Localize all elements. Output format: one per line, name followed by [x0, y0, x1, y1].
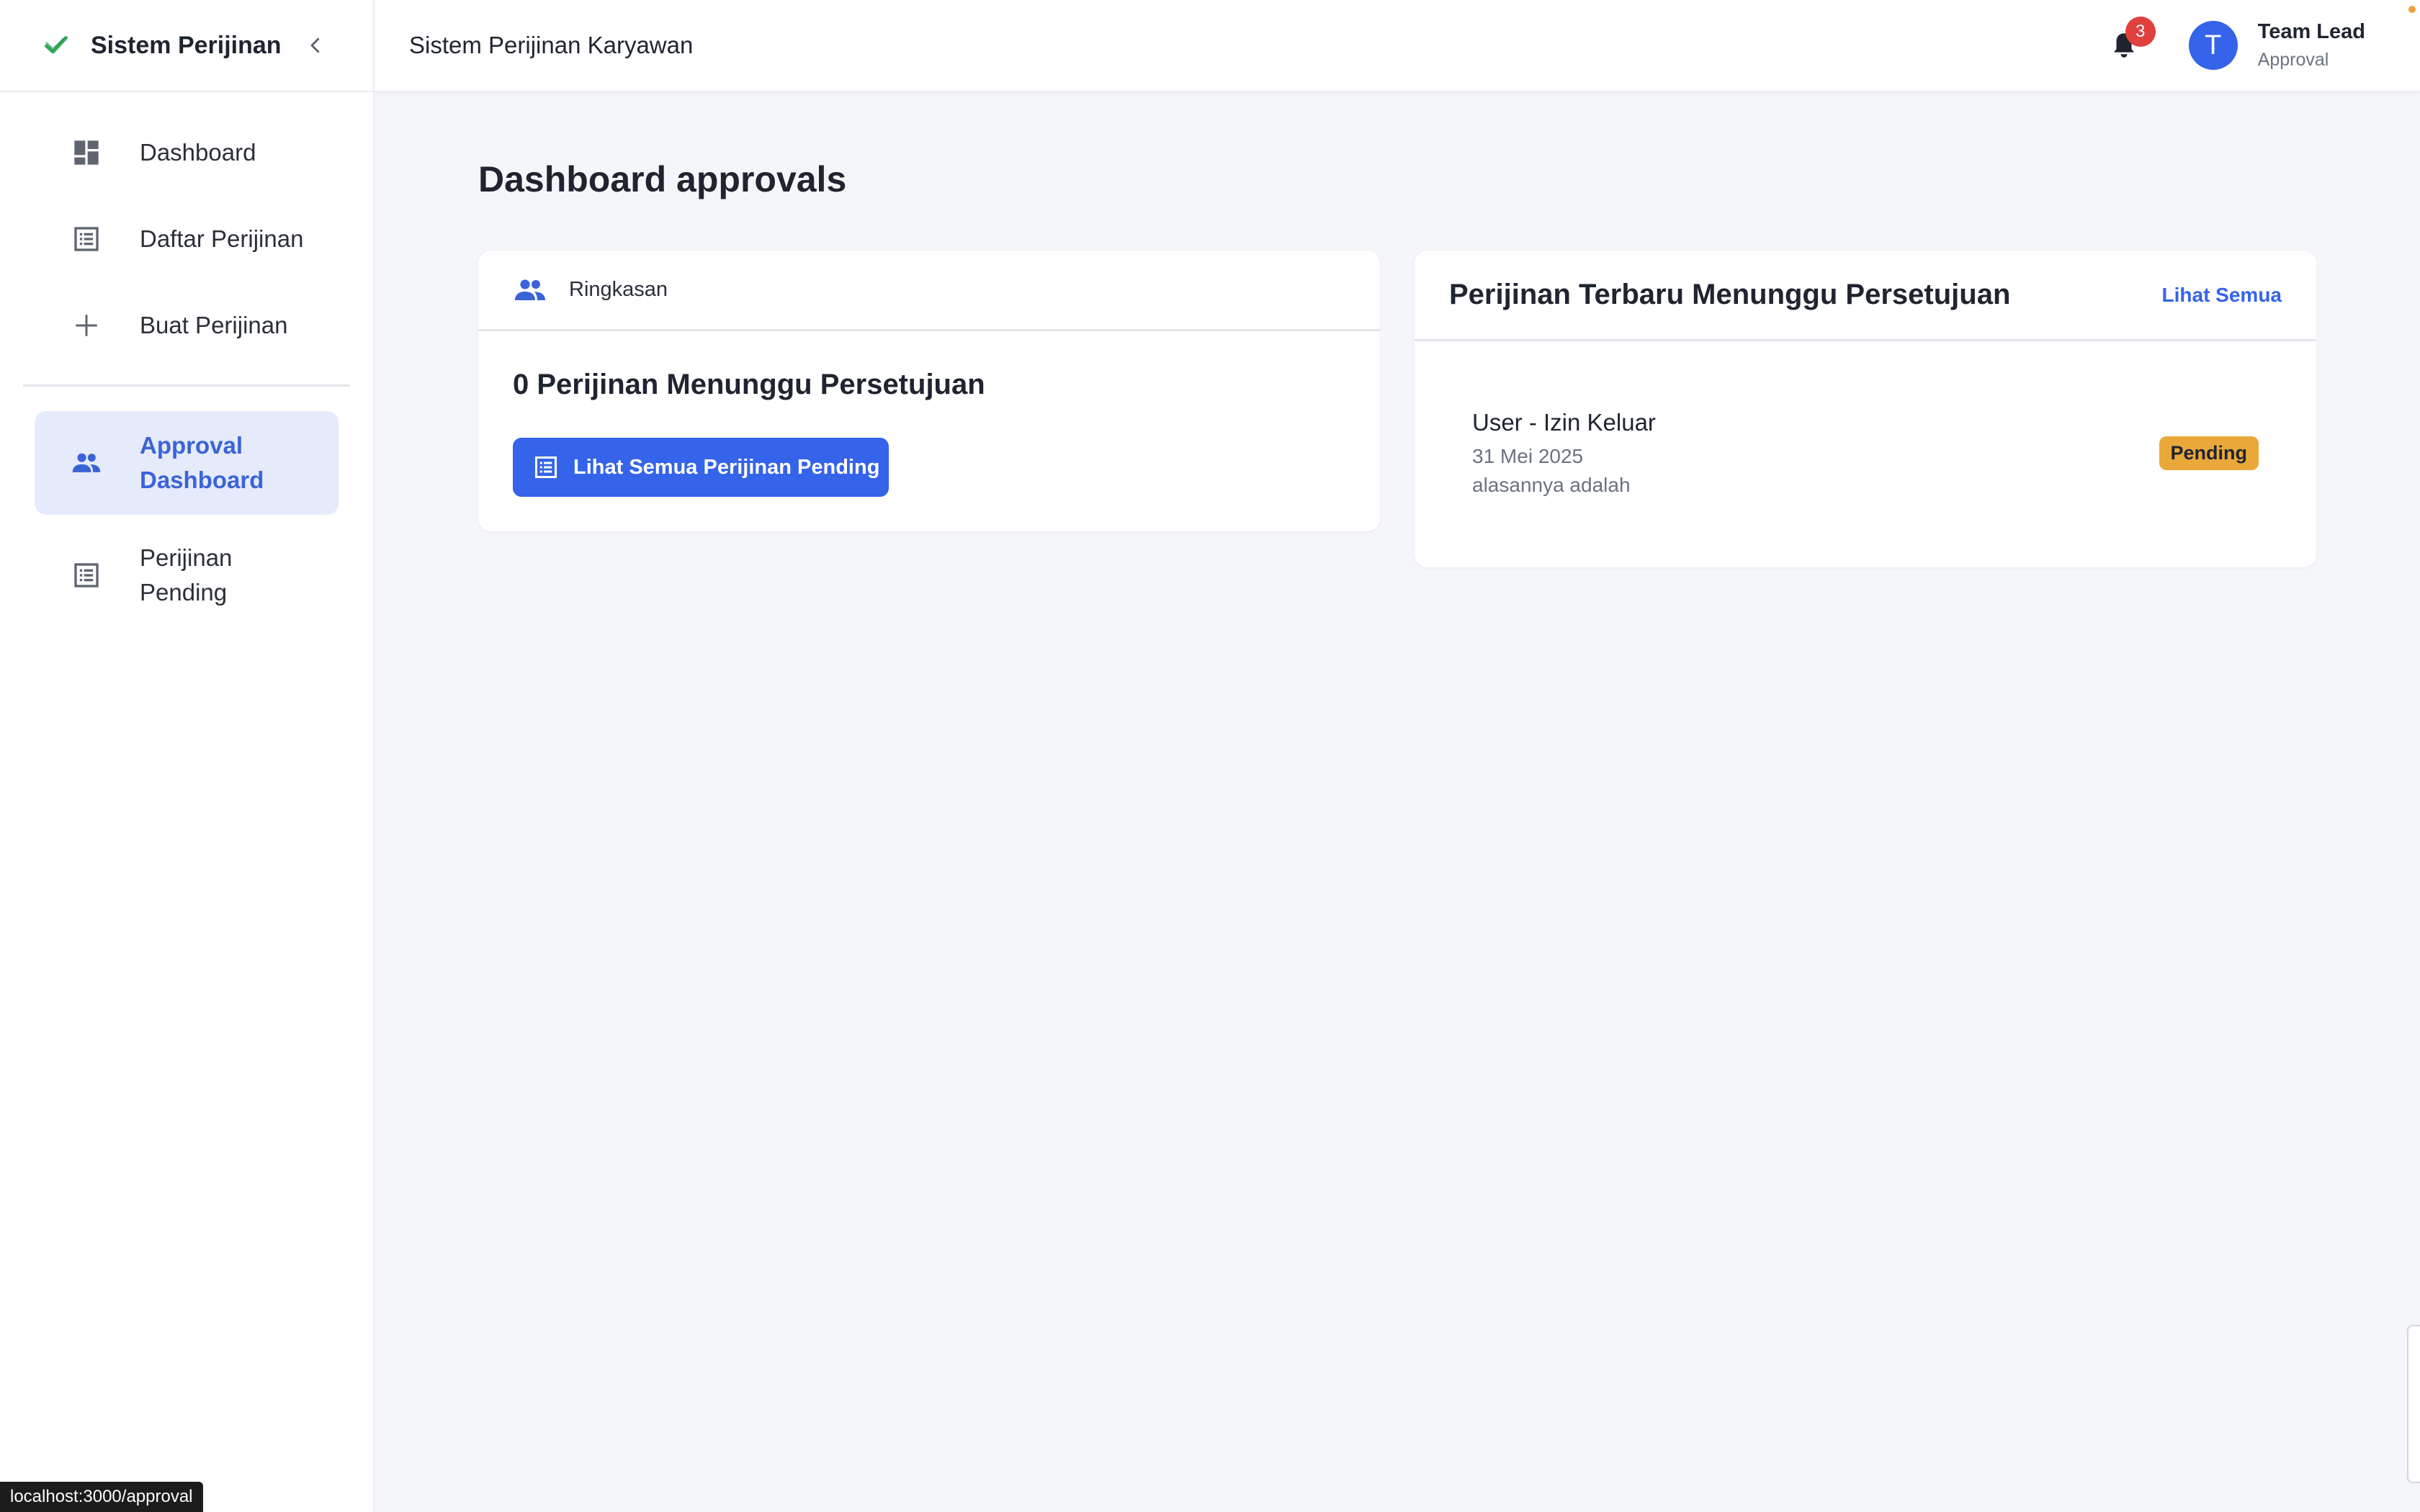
sidebar-divider [23, 384, 350, 387]
request-title: User - Izin Keluar [1472, 409, 1656, 436]
summary-card-label: Ringkasan [569, 278, 668, 301]
browser-status-bar: localhost:3000/approval [0, 1482, 203, 1512]
check-badge-icon [45, 36, 68, 54]
sidebar-item-perijinan-pending[interactable]: Perijinan Pending [35, 523, 339, 627]
recent-requests-card: Perijinan Terbaru Menunggu Persetujuan L… [1415, 251, 2316, 567]
notifications-button[interactable]: 3 [2102, 17, 2156, 67]
request-info: User - Izin Keluar 31 Mei 2025 alasannya… [1472, 409, 2159, 497]
sidebar-item-dashboard[interactable]: Dashboard [35, 109, 339, 196]
brand-title: Sistem Perijinan [91, 31, 282, 59]
sidebar-item-label: Approval Dashboard [140, 432, 264, 493]
collapse-sidebar-button[interactable] [301, 31, 330, 60]
pending-summary: 0 Perijinan Menunggu Persetujuan [513, 369, 985, 400]
app-root: Sistem Perijinan Dashboard Daftar Periji… [0, 0, 2420, 1512]
user-info: Team Lead Approval [2258, 20, 2365, 71]
sidebar-item-label: Daftar Perijinan [140, 225, 304, 252]
request-reason: alasannya adalah [1472, 474, 1631, 496]
dashboard-icon [69, 135, 104, 170]
sidebar-item-label: Perijinan Pending [140, 544, 233, 606]
list-icon [69, 558, 104, 593]
user-name: Team Lead [2257, 20, 2365, 43]
avatar: T [2188, 21, 2238, 70]
recent-card-title: Perijinan Terbaru Menunggu Persetujuan [1449, 279, 2011, 310]
page-title: Dashboard approvals [478, 159, 847, 199]
brand: Sistem Perijinan [0, 0, 373, 92]
sidebar-nav: Dashboard Daftar Perijinan Buat Perijina… [0, 92, 373, 627]
view-all-pending-button[interactable]: Lihat Semua Perijinan Pending [513, 438, 889, 497]
chevron-left-icon [310, 37, 320, 53]
button-label: Lihat Semua Perijinan Pending [573, 455, 880, 479]
sidebar-item-label: Buat Perijinan [140, 312, 288, 338]
people-icon [515, 279, 545, 300]
request-date: 31 Mei 2025 [1472, 445, 1584, 467]
people-icon [69, 446, 104, 480]
sidebar-item-buat-perijinan[interactable]: Buat Perijinan [35, 282, 339, 369]
plus-icon [69, 308, 104, 343]
top-header: Sistem Perijinan Karyawan 3 T Team Lead … [375, 0, 2420, 92]
list-icon [69, 222, 104, 256]
notification-count-badge: 3 [2125, 17, 2156, 47]
sidebar-item-approval-dashboard[interactable]: Approval Dashboard [35, 411, 339, 515]
side-panel-handle[interactable] [2407, 1325, 2420, 1483]
user-menu[interactable]: T Team Lead Approval [2188, 20, 2365, 71]
summary-card-header: Ringkasan [478, 251, 1380, 331]
status-badge: Pending [2159, 436, 2259, 470]
sidebar-item-daftar-perijinan[interactable]: Daftar Perijinan [35, 196, 339, 282]
user-role: Approval [2257, 50, 2329, 70]
summary-card: Ringkasan 0 Perijinan Menunggu Persetuju… [478, 251, 1380, 531]
view-all-link[interactable]: Lihat Semua [2162, 284, 2282, 307]
list-icon [535, 456, 557, 478]
list-item[interactable]: User - Izin Keluar 31 Mei 2025 alasannya… [1472, 409, 2259, 497]
indicator-dot [2408, 6, 2416, 13]
recent-card-header: Perijinan Terbaru Menunggu Persetujuan L… [1415, 251, 2316, 341]
app-title: Sistem Perijinan Karyawan [409, 32, 694, 58]
sidebar: Sistem Perijinan Dashboard Daftar Periji… [0, 0, 375, 1512]
sidebar-item-label: Dashboard [140, 139, 256, 166]
